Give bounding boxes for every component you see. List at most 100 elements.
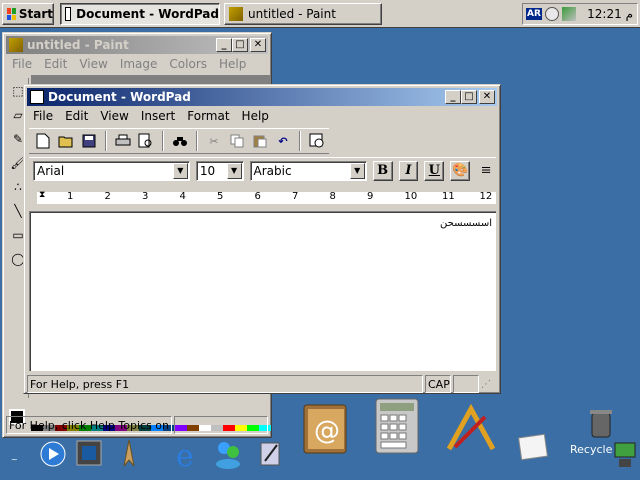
print-icon[interactable] [112,130,134,152]
film-icon[interactable] [72,436,106,470]
status-pane [453,375,479,393]
menu-view[interactable]: View [73,57,113,71]
new-icon[interactable] [32,130,54,152]
ruler-number: 6 [254,191,261,202]
cut-icon[interactable]: ✂ [203,130,225,152]
menu-edit[interactable]: Edit [59,109,94,123]
ruler-number: 1 [67,191,74,202]
developer-tools-icon[interactable] [440,402,500,454]
paint-titlebar[interactable]: untitled - Paint _ □ ✕ [6,36,268,54]
close-button[interactable]: ✕ [250,38,266,52]
menu-format[interactable]: Format [181,109,235,123]
media-icon[interactable]: ~ [8,440,68,472]
language-indicator[interactable]: AR [526,8,542,20]
svg-text:~: ~ [11,455,18,464]
wordpad-icon [30,90,44,104]
close-button[interactable]: ✕ [479,90,495,104]
recycle-bin-icon[interactable] [586,406,616,440]
window-title: Document - WordPad [48,90,191,104]
ruler-number: 5 [217,191,224,202]
menu-insert[interactable]: Insert [135,109,181,123]
paint-icon [9,38,23,52]
minimize-button[interactable]: _ [445,90,461,104]
open-icon[interactable] [55,130,77,152]
maximize-button[interactable]: □ [232,38,248,52]
format-bar: Arial ▼ 10 ▼ Arabic ▼ B I U 🎨 ≡ [29,157,496,183]
calculator-icon[interactable] [372,396,422,456]
taskbar-item-paint[interactable]: untitled - Paint [224,3,382,25]
svg-text:@: @ [314,416,340,446]
maximize-button[interactable]: □ [461,90,477,104]
save-icon[interactable] [78,130,100,152]
ruler-number: 10 [404,191,418,202]
taskbar-item-label: Document - WordPad [76,7,219,21]
ruler-number: 2 [104,191,111,202]
window-title: untitled - Paint [27,38,129,52]
align-left-icon[interactable]: ≡ [476,161,496,181]
menu-edit[interactable]: Edit [38,57,73,71]
menu-view[interactable]: View [94,109,134,123]
taskbar-item-label: untitled - Paint [248,7,336,21]
font-name-select[interactable]: Arial ▼ [33,160,190,181]
network-places-icon[interactable] [612,436,640,470]
taskbar: Start Document - WordPad untitled - Pain… [0,0,640,28]
script-value: Arabic [253,163,292,178]
start-button[interactable]: Start [2,3,54,25]
menu-colors[interactable]: Colors [163,57,213,71]
italic-button[interactable]: I [398,160,419,181]
ruler-number: 9 [367,191,374,202]
document-icon[interactable] [514,430,552,464]
recycle-bin-label[interactable]: Recycle [570,443,612,456]
date-time-icon[interactable] [306,130,328,152]
chevron-down-icon[interactable]: ▼ [226,162,242,179]
ruler-number: 8 [329,191,336,202]
smiley-icon[interactable] [544,7,559,21]
indent-marker-icon[interactable]: ⧗ [39,190,45,200]
underline-button[interactable]: U [424,160,445,181]
chevron-down-icon[interactable]: ▼ [349,162,365,179]
paint-menubar: File Edit View Image Colors Help [6,55,268,73]
menu-file[interactable]: File [6,57,38,71]
internet-explorer-icon[interactable]: e [170,436,206,472]
minimize-button[interactable]: _ [216,38,232,52]
network-icon[interactable] [561,7,576,21]
caps-indicator: CAP [425,375,451,393]
ruler[interactable]: 1 2 3 4 5 6 7 8 9 10 11 12 ⧗ [29,186,496,208]
messenger-icon[interactable] [210,436,246,472]
color-icon[interactable]: 🎨 [450,160,471,181]
quill-icon[interactable] [252,436,288,472]
start-label: Start [18,7,53,21]
print-preview-icon[interactable] [135,130,157,152]
windows-logo-icon [7,8,16,20]
font-size-select[interactable]: 10 ▼ [195,160,244,181]
menu-image[interactable]: Image [114,57,164,71]
document-text: اسسسسحن [440,218,492,229]
taskbar-item-wordpad[interactable]: Document - WordPad [60,3,220,25]
clock[interactable]: 12:21 م [587,7,633,21]
menu-help[interactable]: Help [213,57,252,71]
wordpad-icon [65,7,72,21]
copy-icon[interactable] [226,130,248,152]
font-size-value: 10 [199,163,216,178]
ruler-number: 4 [179,191,186,202]
wordpad-status-text: For Help, press F1 [27,375,423,393]
ruler-number: 7 [292,191,299,202]
resize-grip-icon[interactable]: ⋰ [481,379,491,390]
svg-text:e: e [176,439,194,470]
ruler-number: 11 [442,191,455,202]
compass-icon[interactable] [112,436,146,470]
ruler-number: 12 [479,191,493,202]
paint-statusbar: For Help, click Help Topics on the H [6,415,268,435]
script-select[interactable]: Arabic ▼ [249,160,367,181]
ruler-number: 3 [142,191,149,202]
undo-icon[interactable]: ↶ [272,130,294,152]
bold-button[interactable]: B [372,160,393,181]
menu-help[interactable]: Help [236,109,275,123]
address-book-icon[interactable]: @ [298,402,352,456]
paste-icon[interactable] [249,130,271,152]
wordpad-titlebar[interactable]: Document - WordPad _ □ ✕ [27,88,497,106]
document-area[interactable]: اسسسسحن [29,211,496,371]
menu-file[interactable]: File [27,109,59,123]
find-icon[interactable] [169,130,191,152]
chevron-down-icon[interactable]: ▼ [172,162,188,179]
